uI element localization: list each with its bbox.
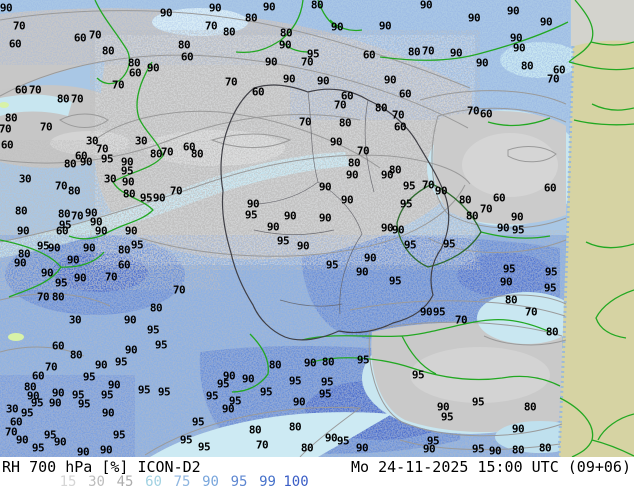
caption-bar: RH 700 hPa [%] ICON-D2 Mo 24-11-2025 15:… bbox=[0, 457, 634, 490]
legend-value: 15 bbox=[59, 474, 77, 490]
valid-time: Mo 24-11-2025 15:00 UTC (09+06) bbox=[351, 458, 631, 476]
legend-value: 75 bbox=[173, 474, 191, 490]
legend-value: 90 bbox=[202, 474, 219, 490]
legend-value: 45 bbox=[116, 474, 134, 490]
color-scale-legend: 15 30 45 60 75 90 95 99 100 bbox=[0, 475, 634, 490]
legend-value: 60 bbox=[145, 474, 162, 490]
map-canvas: 90 90 90 90 80 80 90 90 90 90 90 70 70 80 80 90 90 80 60 60… bbox=[0, 0, 634, 458]
rh-map-svg bbox=[0, 0, 634, 457]
legend-value: 30 bbox=[88, 474, 105, 490]
legend-value: 100 bbox=[283, 474, 309, 490]
legend-value: 95 bbox=[230, 474, 248, 490]
legend-value: 99 bbox=[259, 474, 276, 490]
weather-map-screenshot: 90 90 90 90 80 80 90 90 90 90 90 70 70 80 80 90 90 80 60 60… bbox=[0, 0, 634, 490]
